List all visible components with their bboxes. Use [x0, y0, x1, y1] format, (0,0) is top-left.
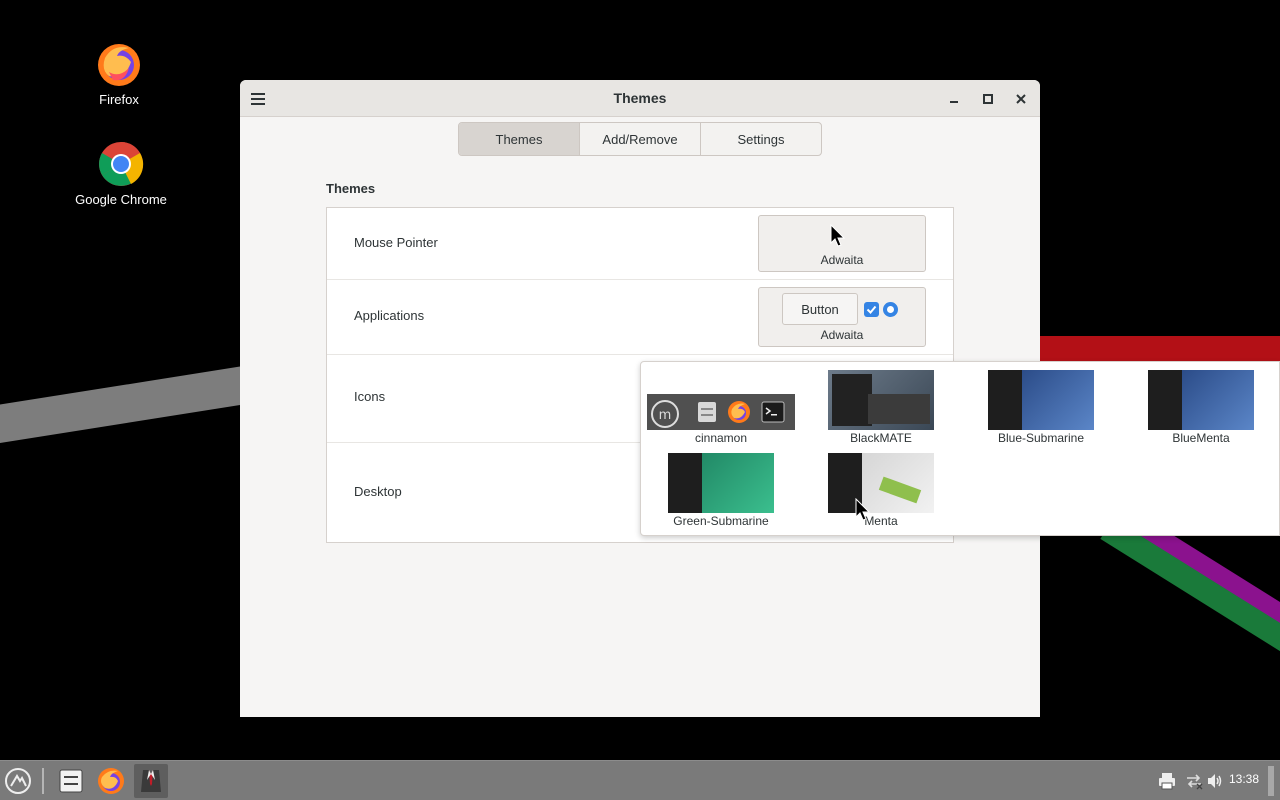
icon-theme-name: BlueMenta — [1172, 431, 1230, 445]
firefox-icon — [727, 400, 751, 424]
mouse-cursor-preview-icon — [830, 224, 846, 247]
file-manager-icon[interactable] — [54, 764, 88, 798]
titlebar: Themes — [240, 80, 1040, 117]
theme-name: Adwaita — [820, 328, 864, 342]
icon-theme-name: BlackMATE — [850, 431, 912, 445]
chrome-icon — [97, 140, 145, 188]
row-applications: Applications Button Adwaita — [327, 280, 953, 355]
checkbox-preview-icon — [864, 302, 879, 317]
icon-theme-green-submarine[interactable]: Green-Submarine — [641, 453, 801, 528]
row-label: Applications — [354, 308, 425, 323]
icon-theme-menta[interactable]: Menta — [801, 453, 961, 528]
applications-theme-button[interactable]: Button Adwaita — [758, 287, 926, 347]
section-title: Themes — [326, 181, 376, 196]
desktop-icon-firefox[interactable]: Firefox — [64, 40, 174, 107]
theme-name: Adwaita — [820, 253, 864, 267]
wallpaper-stripe — [1040, 336, 1280, 362]
desktop-icon-label: Google Chrome — [75, 192, 167, 207]
row-label: Mouse Pointer — [354, 235, 438, 250]
mouse-cursor-icon — [855, 498, 871, 521]
row-mouse-pointer: Mouse Pointer Adwaita — [327, 208, 953, 280]
close-icon[interactable] — [1010, 88, 1032, 110]
icon-theme-name: Green-Submarine — [673, 514, 769, 528]
maximize-icon[interactable] — [977, 88, 999, 110]
window-title: Themes — [613, 90, 667, 106]
cinnamon-preview: m — [647, 394, 795, 430]
radio-preview-icon — [883, 302, 898, 317]
firefox-icon[interactable] — [94, 764, 128, 798]
network-icon[interactable] — [1185, 772, 1203, 790]
tab-settings[interactable]: Settings — [701, 123, 821, 155]
blackmate-preview — [828, 370, 934, 430]
tab-add-remove[interactable]: Add/Remove — [580, 123, 701, 155]
clock[interactable]: 13:38 — [1229, 772, 1259, 786]
show-desktop-button[interactable] — [1268, 766, 1274, 796]
blue-submarine-preview — [988, 370, 1094, 430]
view-switcher: Themes Add/Remove Settings — [458, 122, 822, 156]
desktop-icon-chrome[interactable]: Google Chrome — [66, 140, 176, 207]
desktop-icon-label: Firefox — [99, 92, 139, 107]
minimize-icon[interactable] — [943, 88, 965, 110]
icon-theme-blue-submarine[interactable]: Blue-Submarine — [961, 370, 1121, 445]
icon-theme-blackmate[interactable]: BlackMATE — [801, 370, 961, 445]
sample-button-preview: Button — [782, 293, 858, 325]
icon-theme-bluementa[interactable]: BlueMenta — [1121, 370, 1280, 445]
svg-text:m: m — [659, 408, 672, 423]
menta-preview — [828, 453, 934, 513]
mint-menu-icon[interactable] — [1, 764, 35, 798]
bluementa-preview — [1148, 370, 1254, 430]
row-label: Desktop — [354, 484, 402, 499]
terminal-icon — [761, 400, 785, 424]
firefox-icon — [95, 40, 143, 88]
hamburger-menu-icon[interactable] — [247, 88, 269, 110]
icon-theme-cinnamon[interactable]: m cinnamon — [641, 370, 801, 445]
row-label: Icons — [354, 389, 386, 404]
taskbar-separator — [42, 768, 44, 794]
taskbar: 13:38 — [0, 760, 1280, 800]
icon-theme-name: cinnamon — [694, 431, 748, 445]
tab-themes[interactable]: Themes — [459, 123, 580, 155]
green-submarine-preview — [668, 453, 774, 513]
icon-theme-name: Blue-Submarine — [997, 431, 1085, 445]
printer-icon[interactable] — [1158, 772, 1176, 790]
icon-theme-name: Menta — [864, 514, 898, 528]
volume-icon[interactable] — [1206, 772, 1224, 790]
icon-theme-popover: m cinnamon BlackMATE Blue-Submarine Blue… — [640, 361, 1280, 536]
themes-app-icon[interactable] — [134, 764, 168, 798]
mint-logo-icon: m — [651, 400, 679, 428]
file-manager-icon — [695, 400, 719, 424]
